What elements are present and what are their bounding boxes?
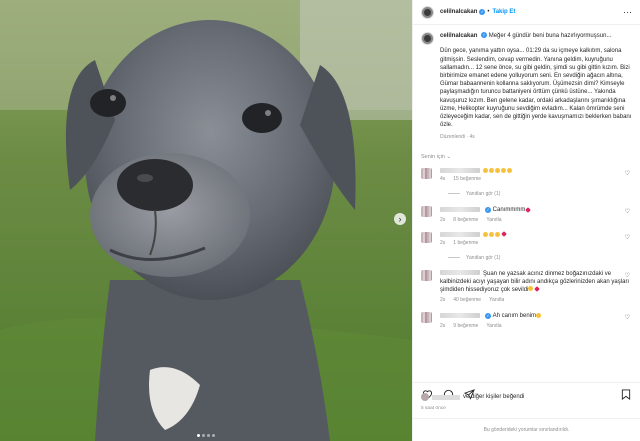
view-replies[interactable]: Yanıtları gör (1) — [448, 255, 632, 261]
comment-username[interactable] — [440, 207, 480, 213]
puppy-photo — [0, 0, 412, 441]
comment-username[interactable] — [440, 313, 480, 319]
avatar — [421, 393, 429, 401]
heart-icon[interactable]: ♡ — [625, 208, 630, 215]
post-header: celilnalcakan ✓ • Takip Et ··· — [413, 0, 640, 25]
caption-meta: Düzenlendi · 4s — [440, 134, 475, 141]
comment-username[interactable] — [440, 231, 480, 237]
heart-icon[interactable]: ♡ — [625, 272, 630, 279]
verified-icon: ✓ — [479, 9, 486, 15]
slide-dot — [207, 434, 210, 437]
username[interactable]: celilnalcakan — [440, 9, 477, 15]
comments-scroll[interactable]: celilnalcakan ✓ Meğer 4 gündür beni buna… — [413, 25, 640, 378]
caption-username[interactable]: celilnalcakan — [440, 33, 477, 39]
comments-limited-notice: Bu gönderideki yorumlar sınırlandırıldı. — [413, 418, 640, 441]
list-item: ✓ Ah canım benim 2s 9 beğenme Yanıtla ♡ — [421, 311, 632, 329]
avatar[interactable] — [421, 269, 432, 281]
next-slide-button[interactable]: › — [394, 213, 406, 225]
for-you-filter[interactable]: Senin için ⌄ — [421, 154, 632, 160]
list-item: 4s 15 beğenme ♡ — [421, 167, 632, 182]
verified-icon: ✓ — [485, 206, 491, 213]
slide-dot — [212, 434, 215, 437]
comment-likes[interactable]: 15 beğenme — [453, 176, 481, 182]
chevron-right-icon: › — [398, 214, 402, 224]
avatar[interactable] — [421, 231, 432, 243]
verified-icon: ✓ — [481, 32, 488, 39]
heart-icon[interactable]: ♡ — [625, 234, 630, 241]
slide-indicator — [197, 434, 215, 437]
list-item: Şuan ne yazsak acınız dinmez boğazınızda… — [421, 269, 632, 303]
caption: celilnalcakan ✓ Meğer 4 gündür beni buna… — [421, 32, 632, 142]
verified-icon: ✓ — [485, 312, 491, 319]
post-sidebar: celilnalcakan ✓ • Takip Et ··· celilnalc… — [412, 0, 640, 441]
heart-icon[interactable]: ♡ — [625, 314, 630, 321]
comment-username[interactable] — [440, 269, 480, 275]
likes-summary[interactable]: ve diğer kişiler beğendi — [421, 393, 524, 401]
avatar[interactable] — [421, 311, 432, 323]
list-item: 2s 1 beğenme ♡ — [421, 231, 632, 246]
avatar[interactable] — [421, 32, 434, 45]
post-image[interactable]: › — [0, 0, 412, 441]
avatar[interactable] — [421, 205, 432, 217]
caption-title: Meğer 4 gündür beni buna hazırlıyormuşsu… — [488, 33, 612, 39]
slide-dot — [197, 434, 200, 437]
avatar[interactable] — [421, 167, 432, 179]
comment-username[interactable] — [440, 167, 480, 173]
slide-dot — [202, 434, 205, 437]
save-icon[interactable] — [620, 388, 632, 400]
view-replies[interactable]: Yanıtları gör (1) — [448, 191, 632, 197]
avatar[interactable] — [421, 5, 434, 19]
list-item: ✓ Canımmmm 2s 8 beğenme Yanıtla ♡ — [421, 205, 632, 223]
caption-text: Dün gece, yanıma yattın oysa... 01:29 da… — [440, 48, 632, 129]
heart-icon[interactable]: ♡ — [625, 170, 630, 177]
post-time: 5 saat önce — [421, 406, 446, 411]
instagram-post-modal: › celilnalcakan ✓ • Takip Et ··· celilna… — [0, 0, 640, 441]
follow-button[interactable]: Takip Et — [492, 9, 515, 15]
more-icon[interactable]: ··· — [623, 7, 632, 17]
